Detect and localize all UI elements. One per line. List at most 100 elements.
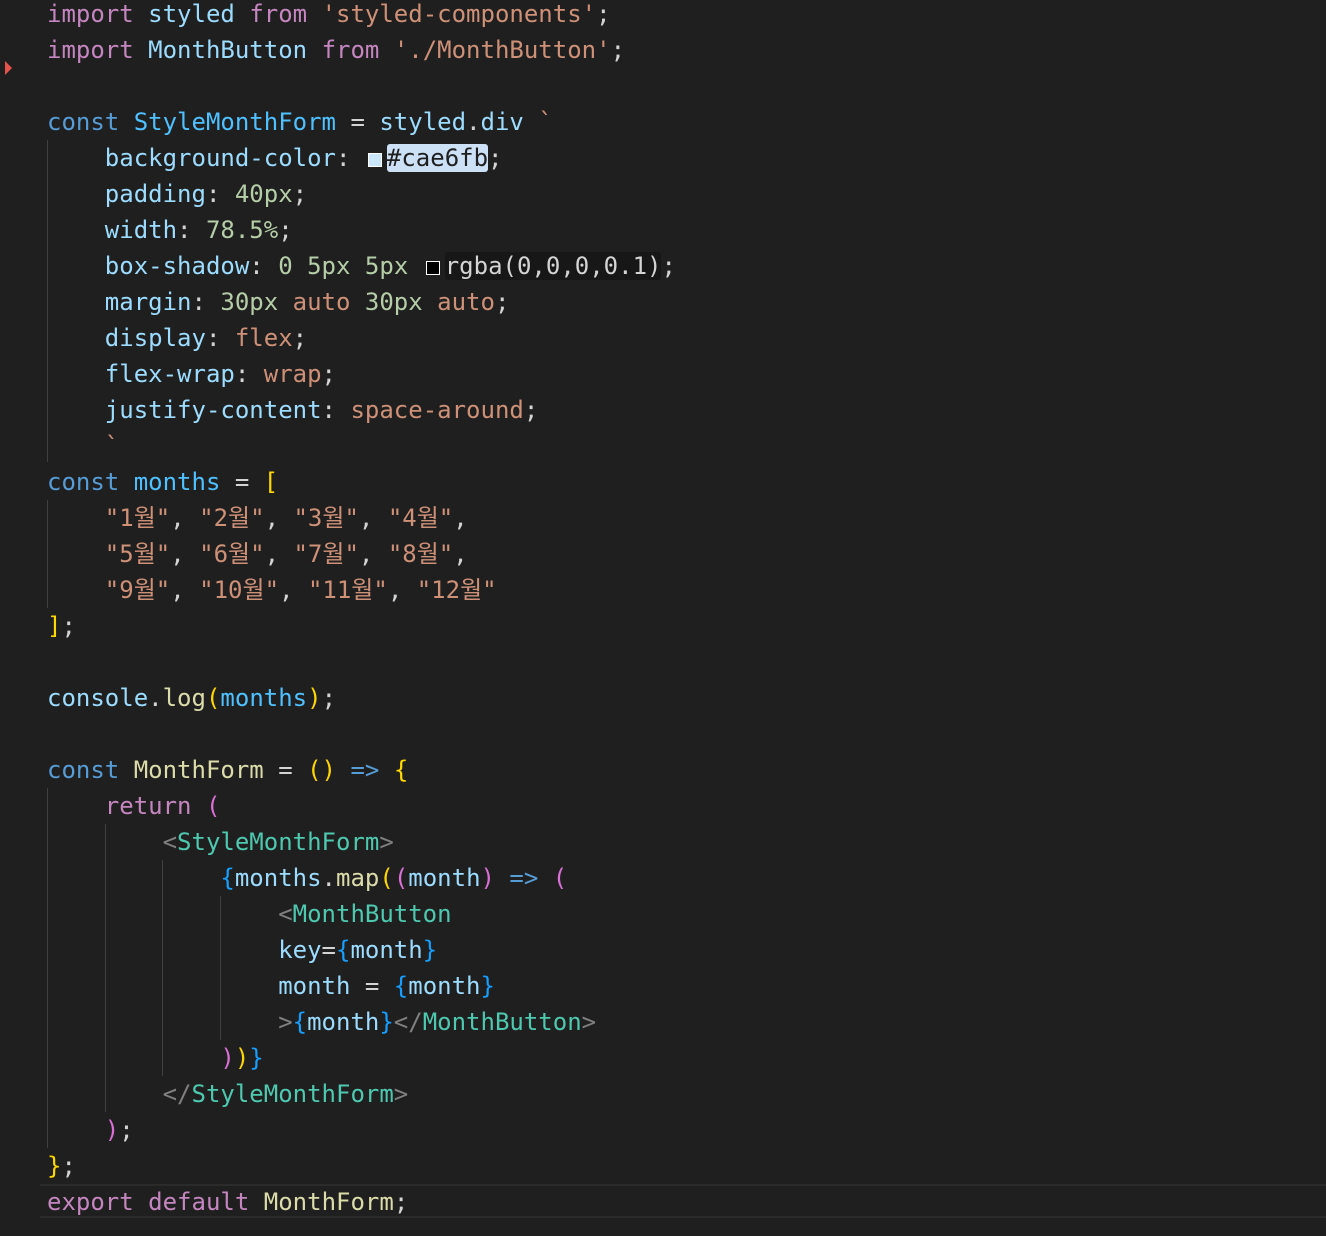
code-line-18[interactable]: ]; bbox=[47, 608, 76, 644]
token-jsx-tag: MonthButton bbox=[422, 1008, 582, 1036]
token-colon: : bbox=[205, 324, 235, 352]
token-month-string: "7월" bbox=[293, 540, 359, 568]
code-line-2[interactable]: import MonthButton from './MonthButton'; bbox=[47, 32, 625, 68]
code-line-5[interactable]: background-color: #cae6fb; bbox=[47, 140, 503, 176]
token-month-string: "4월" bbox=[387, 504, 454, 532]
code-line-17[interactable]: "9월", "10월", "11월", "12월" bbox=[47, 572, 497, 608]
token-semicolon: ; bbox=[610, 36, 626, 64]
token-css-property: flex-wrap bbox=[104, 360, 235, 388]
token-semicolon: ; bbox=[596, 0, 611, 28]
code-line-20[interactable]: console.log(months); bbox=[47, 680, 336, 716]
code-editor[interactable]: import styled from 'styled-components'; … bbox=[0, 0, 1326, 1236]
code-line-13[interactable]: ` bbox=[47, 428, 119, 464]
token-months-identifier: months bbox=[234, 864, 322, 892]
code-line-34[interactable]: export default MonthForm; bbox=[47, 1184, 408, 1220]
code-line-9[interactable]: margin: 30px auto 30px auto; bbox=[47, 284, 510, 320]
token-module-string: './MonthButton' bbox=[393, 36, 611, 64]
token-css-number: 5px bbox=[307, 252, 351, 280]
code-line-14[interactable]: const months = [ bbox=[47, 464, 278, 500]
token-css-property: width bbox=[104, 216, 178, 244]
code-line-1[interactable]: import styled from 'styled-components'; bbox=[47, 0, 611, 32]
token-css-property: background-color bbox=[104, 144, 336, 172]
token-month-string: "12월" bbox=[416, 576, 497, 604]
token-colon: : bbox=[321, 396, 351, 424]
token-semicolon: ; bbox=[523, 396, 539, 424]
token-const-keyword: const bbox=[47, 108, 120, 136]
code-line-12[interactable]: justify-content: space-around; bbox=[47, 392, 539, 428]
token-month-string: "3월" bbox=[293, 504, 359, 532]
token-import-keyword: import bbox=[47, 36, 134, 64]
token-colon: : bbox=[191, 288, 221, 316]
token-bracket: [ bbox=[263, 468, 279, 496]
code-line-6[interactable]: padding: 40px; bbox=[47, 176, 307, 212]
token-semicolon: ; bbox=[292, 180, 308, 208]
code-line-11[interactable]: flex-wrap: wrap; bbox=[47, 356, 336, 392]
token-default-keyword: default bbox=[148, 1188, 250, 1216]
code-line-16[interactable]: "5월", "6월", "7월", "8월", bbox=[47, 536, 468, 572]
token-dot: . bbox=[466, 108, 481, 136]
token-css-property: box-shadow bbox=[104, 252, 250, 280]
code-line-7[interactable]: width: 78.5%; bbox=[47, 212, 293, 248]
token-month-string: "10월" bbox=[199, 576, 280, 604]
code-line-4[interactable]: const StyleMonthForm = styled.div ` bbox=[47, 104, 553, 140]
code-line-8[interactable]: box-shadow: 0 5px 5px rgba(0,0,0,0.1); bbox=[47, 248, 676, 284]
code-line-24[interactable]: <StyleMonthForm> bbox=[47, 824, 394, 860]
token-month-string: "5월" bbox=[104, 540, 171, 568]
code-line-27[interactable]: key={month} bbox=[47, 932, 437, 968]
token-monthbutton-identifier: MonthButton bbox=[148, 36, 308, 64]
token-backtick: ` bbox=[538, 108, 553, 136]
code-line-26[interactable]: <MonthButton bbox=[47, 896, 452, 932]
token-month-string: "8월" bbox=[387, 540, 454, 568]
code-line-33[interactable]: }; bbox=[47, 1148, 76, 1184]
code-line-29[interactable]: >{month}</MonthButton> bbox=[47, 1004, 596, 1040]
code-line-25[interactable]: {months.map((month) => ( bbox=[47, 860, 567, 896]
token-month-param: month bbox=[408, 864, 481, 892]
token-semicolon: ; bbox=[494, 288, 510, 316]
token-return-keyword: return bbox=[104, 792, 192, 820]
token-css-keyword-value: wrap bbox=[263, 360, 322, 388]
token-month-string: "2월" bbox=[199, 504, 265, 532]
token-css-property: display bbox=[104, 324, 206, 352]
token-map-function: map bbox=[336, 864, 380, 892]
code-line-32[interactable]: ); bbox=[47, 1112, 134, 1148]
token-months-identifier: months bbox=[133, 468, 221, 496]
code-line-15[interactable]: "1월", "2월", "3월", "4월", bbox=[47, 500, 468, 536]
code-line-28[interactable]: month = {month} bbox=[47, 968, 495, 1004]
token-jsx-tag: StyleMonthForm bbox=[191, 1080, 394, 1108]
gutter-breakpoint-arrow-icon[interactable] bbox=[5, 61, 12, 75]
token-month-param: month bbox=[307, 1008, 380, 1036]
token-month-param: month bbox=[350, 936, 423, 964]
code-line-23[interactable]: return ( bbox=[47, 788, 221, 824]
token-css-number: 78.5% bbox=[205, 216, 279, 244]
token-css-number: 30px bbox=[364, 288, 423, 316]
token-colon: : bbox=[177, 216, 206, 244]
color-swatch-icon[interactable] bbox=[425, 261, 440, 275]
token-months-identifier: months bbox=[220, 684, 308, 712]
token-stylemonthform-identifier: StyleMonthForm bbox=[133, 108, 336, 136]
token-css-number: 40px bbox=[234, 180, 293, 208]
code-line-10[interactable]: display: flex; bbox=[47, 320, 307, 356]
code-line-31[interactable]: </StyleMonthForm> bbox=[47, 1076, 409, 1112]
token-colon: : bbox=[205, 180, 235, 208]
token-semicolon: ; bbox=[661, 252, 676, 280]
token-jsx-tag: MonthButton bbox=[292, 900, 452, 928]
token-jsx-tag: StyleMonthForm bbox=[177, 828, 380, 856]
token-colon: : bbox=[249, 252, 279, 280]
token-operator: = bbox=[234, 468, 250, 496]
token-backtick: ` bbox=[104, 432, 120, 460]
token-month-string: "1월" bbox=[104, 504, 171, 532]
token-semicolon: ; bbox=[321, 360, 336, 388]
token-export-keyword: export bbox=[47, 1188, 134, 1216]
token-jsx-attribute: key bbox=[278, 936, 322, 964]
color-swatch-icon[interactable] bbox=[367, 153, 382, 167]
code-line-30[interactable]: ))} bbox=[47, 1040, 263, 1076]
token-div-property: div bbox=[480, 108, 524, 136]
token-month-string: "6월" bbox=[199, 540, 265, 568]
token-css-color-value: rgba(0,0,0,0.1) bbox=[444, 252, 662, 280]
token-colon: : bbox=[335, 144, 365, 172]
token-semicolon: ; bbox=[488, 144, 503, 172]
code-line-22[interactable]: const MonthForm = () => { bbox=[47, 752, 408, 788]
token-month-string: "11월" bbox=[307, 576, 388, 604]
token-styled-identifier: styled bbox=[379, 108, 467, 136]
token-month-param: month bbox=[408, 972, 481, 1000]
